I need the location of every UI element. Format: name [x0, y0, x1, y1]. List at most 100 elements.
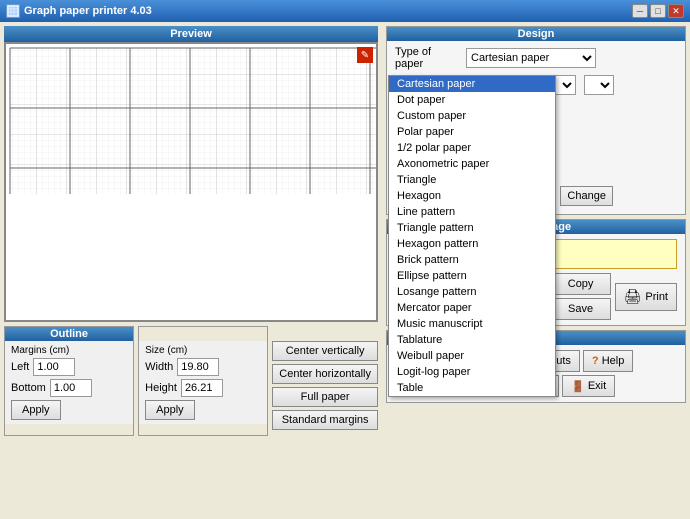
scale-select[interactable]: Metric: [466, 100, 546, 120]
height-label: Height: [145, 382, 177, 394]
width-input[interactable]: [177, 358, 219, 376]
k-label: K.: [506, 190, 516, 202]
printing-body: Width = 20.80 cm Height = 27.21 cm Portr…: [387, 234, 685, 325]
type-label: Type of paper: [395, 46, 460, 70]
height-row: Height: [145, 379, 261, 397]
margins-apply-button[interactable]: Apply: [11, 400, 61, 420]
bottom-row: Outline Margins (cm) Left Bottom Apply: [4, 326, 378, 436]
lines-header-row: Lines Heavy: [395, 150, 677, 162]
printer-icon: 🖨: [624, 288, 642, 305]
shortcuts-button[interactable]: Shortcuts: [515, 350, 579, 372]
lines-label: Lines: [395, 150, 460, 162]
zoom-button[interactable]: Zoom: [395, 354, 423, 393]
minimize-button[interactable]: ─: [632, 4, 648, 18]
printer-setup-button[interactable]: Printer setup: [429, 375, 509, 397]
zoom-label: Zoom: [396, 382, 422, 393]
portrait-radio[interactable]: [395, 288, 408, 301]
width-row: Width: [145, 358, 261, 376]
per100mm-label: 1/100 mm: [395, 169, 460, 180]
divisions-row: Divisions 5 mm: [395, 125, 677, 145]
width-label: Width: [145, 361, 173, 373]
abscissa-secondary-select[interactable]: [584, 75, 614, 95]
size-panel: Size Size (cm) Width Height Apply: [138, 326, 268, 436]
preview-section: Preview: [4, 26, 378, 322]
color-row: Color K. Change: [395, 186, 677, 206]
color-swatch[interactable]: [464, 188, 492, 204]
heavy-input[interactable]: [518, 165, 548, 183]
bottom-margin-row: Bottom: [11, 379, 127, 397]
printing-buttons: Copy Save 🖨 Print: [551, 273, 677, 320]
heavy-label: Heavy: [494, 150, 526, 162]
help-icon: ?: [592, 355, 599, 367]
size-apply-button[interactable]: Apply: [145, 400, 195, 420]
app-title: Graph paper printer 4.03: [24, 5, 152, 17]
page-size-info: Width = 20.80 cm Height = 27.21 cm: [395, 239, 677, 269]
right-panel: Design Type of paper Cartesian paper Abs…: [382, 22, 690, 519]
page-width-label: Width = 20.80 cm: [402, 242, 670, 254]
abscissa-row: Abscissa: [395, 75, 677, 95]
maximize-button[interactable]: □: [650, 4, 666, 18]
full-paper-button[interactable]: Full paper: [272, 387, 378, 407]
type-of-paper-row: Type of paper Cartesian paper: [395, 46, 677, 70]
abscissa-label: Abscissa: [395, 79, 460, 91]
abscissa-select[interactable]: [466, 75, 576, 95]
general-section: General Zoom Configuration Shortcuts ? H…: [386, 330, 686, 403]
design-section: Design Type of paper Cartesian paper Abs…: [386, 26, 686, 215]
save-button[interactable]: Save: [551, 298, 611, 320]
heavy-color-swatch[interactable]: [520, 188, 548, 204]
about-button[interactable]: About: [512, 375, 559, 397]
scale-label: Scale: [395, 104, 460, 116]
per100mm-input[interactable]: [464, 165, 494, 183]
landscape-radio[interactable]: [454, 288, 467, 301]
change-button[interactable]: Change: [560, 186, 613, 206]
design-body: Type of paper Cartesian paper Abscissa: [387, 41, 685, 214]
general-body: Zoom Configuration Shortcuts ? Help Prin…: [387, 345, 685, 402]
exit-icon: 🚪: [571, 380, 585, 393]
portrait-label[interactable]: Portrait: [395, 288, 446, 301]
divisions-label: Divisions: [395, 129, 460, 141]
edit-icon[interactable]: ✎: [357, 47, 373, 63]
zoom-icon: [395, 354, 423, 382]
exit-button[interactable]: 🚪 Exit: [562, 375, 615, 397]
divisions-select[interactable]: 5 mm: [466, 125, 521, 145]
preview-box: ✎: [4, 42, 378, 322]
copy-button[interactable]: Copy: [551, 273, 611, 295]
landscape-label[interactable]: Landscape: [454, 288, 524, 301]
size-body: Size (cm) Width Height Apply: [139, 341, 267, 424]
page-height-label: Height = 27.21 cm: [402, 254, 670, 266]
app-icon: [6, 4, 20, 18]
left-label: Left: [11, 361, 29, 373]
left-margin-input[interactable]: [33, 358, 75, 376]
design-header: Design: [387, 27, 685, 41]
preview-header: Preview: [4, 26, 378, 42]
margins-label: Margins (cm): [11, 345, 127, 356]
bottom-label: Bottom: [11, 382, 46, 394]
size-label: Size (cm): [145, 345, 261, 356]
configuration-button[interactable]: Configuration: [429, 350, 512, 372]
outline-body: Margins (cm) Left Bottom Apply: [5, 341, 133, 424]
help-button[interactable]: ? Help: [583, 350, 633, 372]
margin-buttons-panel: Center vertically Center horizontally Fu…: [272, 326, 378, 436]
scale-row: Scale Metric: [395, 100, 677, 120]
general-buttons: Configuration Shortcuts ? Help Printer s…: [429, 350, 677, 397]
printing-header: Printing page: [387, 220, 685, 234]
center-horizontally-button[interactable]: Center horizontally: [272, 364, 378, 384]
center-vertically-button[interactable]: Center vertically: [272, 341, 378, 361]
left-panel: Preview: [0, 22, 382, 519]
bottom-margin-input[interactable]: [50, 379, 92, 397]
height-input[interactable]: [181, 379, 223, 397]
copy-save-group: Copy Save: [551, 273, 611, 320]
lines-section: Lines Heavy 1/100 mm Color K. Change: [395, 150, 677, 206]
per100mm-row: 1/100 mm: [395, 165, 677, 183]
general-header: General: [387, 331, 685, 345]
print-button[interactable]: 🖨 Print: [615, 283, 677, 311]
title-bar: Graph paper printer 4.03 ─ □ ✕: [0, 0, 690, 22]
window-controls: ─ □ ✕: [632, 4, 684, 18]
left-margin-row: Left: [11, 358, 127, 376]
close-button[interactable]: ✕: [668, 4, 684, 18]
outline-panel: Outline Margins (cm) Left Bottom Apply: [4, 326, 134, 436]
orientation-row: Portrait Landscape: [395, 288, 524, 301]
standard-margins-button[interactable]: Standard margins: [272, 410, 378, 430]
type-select[interactable]: Cartesian paper: [466, 48, 596, 68]
color-label: Color: [395, 190, 460, 202]
